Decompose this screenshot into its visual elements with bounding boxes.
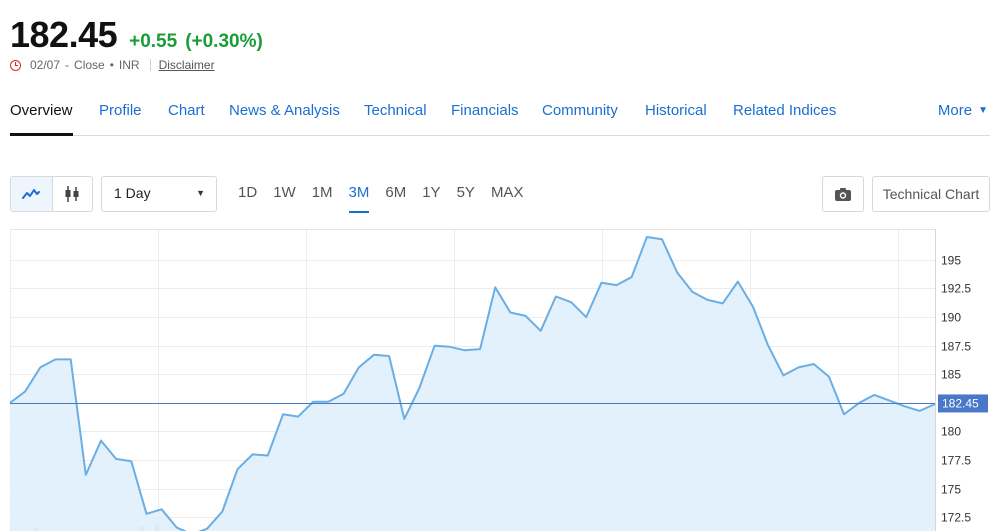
y-tick-label: 185 — [941, 368, 961, 382]
range-1m[interactable]: 1M — [306, 176, 339, 212]
range-6m[interactable]: 6M — [379, 176, 412, 212]
y-tick-label: 187.5 — [941, 340, 971, 354]
candlestick-icon — [65, 186, 79, 202]
tab-profile[interactable]: Profile — [99, 102, 142, 119]
more-label: More — [937, 102, 973, 119]
tab-news-analysis[interactable]: News & Analysis — [229, 102, 340, 119]
last-price-label: 182.45 — [942, 396, 979, 410]
currency: INR — [118, 58, 140, 72]
candlestick-chart-button[interactable] — [51, 177, 93, 211]
range-5y[interactable]: 5Y — [451, 176, 481, 212]
disclaimer-link[interactable]: Disclaimer — [159, 58, 215, 72]
chevron-down-icon: ▼ — [978, 105, 988, 116]
y-tick-label: 175 — [941, 483, 961, 497]
price-change-percent: (+0.30%) — [185, 31, 263, 52]
interval-value: 1 Day — [114, 185, 151, 201]
line-chart-button[interactable] — [11, 177, 52, 211]
screenshot-button[interactable] — [822, 176, 864, 212]
range-1d[interactable]: 1D — [232, 176, 263, 212]
y-tick-label: 195 — [941, 254, 961, 268]
tab-chart[interactable]: Chart — [168, 102, 205, 119]
y-tick-label: 172.5 — [941, 511, 971, 525]
quote-header: 182.45 +0.55 (+0.30%) — [10, 14, 263, 56]
y-tick-label: 190 — [941, 311, 961, 325]
chart-toolbar: 1 Day ▼ 1D 1W 1M 3M 6M 1Y 5Y MAX Technic… — [10, 176, 990, 213]
price-change: +0.55 — [129, 31, 178, 52]
range-selector: 1D 1W 1M 3M 6M 1Y 5Y MAX — [232, 176, 533, 213]
tab-related-indices[interactable]: Related Indices — [733, 102, 836, 119]
chart-type-group — [10, 176, 93, 212]
line-chart-icon — [22, 189, 41, 199]
camera-icon — [835, 187, 851, 201]
divider — [149, 59, 151, 71]
y-axis: 172.5175177.5180182.5185187.5190192.5195 — [941, 254, 971, 525]
range-3m[interactable]: 3M — [343, 176, 376, 213]
y-tick-label: 177.5 — [941, 454, 971, 468]
section-nav: Overview Profile Chart News & Analysis T… — [10, 100, 990, 136]
range-max[interactable]: MAX — [485, 176, 530, 212]
range-1w[interactable]: 1W — [267, 176, 302, 212]
y-tick-label: 180 — [941, 425, 961, 439]
meta-separator: • — [109, 58, 114, 72]
technical-chart-button[interactable]: Technical Chart — [872, 176, 990, 212]
tab-historical[interactable]: Historical — [645, 102, 707, 119]
tab-technical[interactable]: Technical — [364, 102, 427, 119]
tab-financials[interactable]: Financials — [451, 102, 519, 119]
tab-community[interactable]: Community — [542, 102, 618, 119]
tab-overview[interactable]: Overview — [10, 102, 73, 136]
interval-select[interactable]: 1 Day ▼ — [101, 176, 217, 212]
meta-separator: - — [65, 58, 70, 72]
price-chart[interactable]: 172.5175177.5180182.5185187.5190192.5195… — [10, 229, 996, 531]
range-1y[interactable]: 1Y — [416, 176, 446, 212]
more-menu-button[interactable]: More ▼ — [938, 102, 988, 119]
quote-meta: 02/07 - Close • INR Disclaimer — [10, 58, 215, 72]
y-tick-label: 192.5 — [941, 282, 971, 296]
chevron-down-icon: ▼ — [196, 188, 205, 198]
quote-date: 02/07 — [30, 58, 61, 72]
last-price: 182.45 — [10, 14, 118, 55]
market-status: Close — [74, 58, 105, 72]
clock-icon — [10, 59, 21, 71]
